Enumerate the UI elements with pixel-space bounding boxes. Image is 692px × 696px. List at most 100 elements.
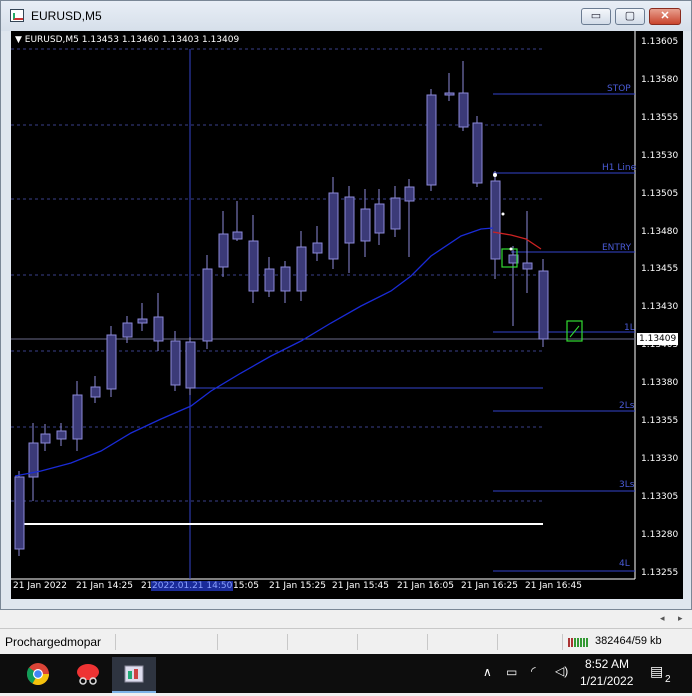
chrome-app-button[interactable] (16, 657, 60, 691)
status-divider (287, 634, 288, 650)
h1-line-label: H1 Line (602, 163, 637, 173)
candle-body (40, 433, 51, 444)
minimize-button[interactable]: ▭ (581, 8, 611, 25)
title-bar[interactable]: EURUSD,M5 ▭ ▢ ✕ (1, 1, 691, 31)
h1-anchor-dot[interactable] (493, 173, 497, 177)
candle-body (522, 262, 533, 270)
status-divider (427, 634, 428, 650)
entry-anchor-dot[interactable] (509, 247, 513, 251)
scroll-right-icon[interactable]: ▸ (678, 613, 683, 624)
price-tick-label: 1.13455 (641, 264, 679, 275)
tray-expand-icon[interactable]: ∧ (483, 665, 492, 679)
status-divider (357, 634, 358, 650)
price-tick-label: 1.13430 (641, 302, 679, 313)
level-1l-label: 1L (624, 323, 635, 333)
price-chart[interactable]: ▼ EURUSD,M5 1.13453 1.13460 1.13403 1.13… (11, 31, 683, 599)
candle-body (106, 334, 117, 390)
scissors-icon (77, 664, 99, 685)
candle-body (264, 268, 275, 292)
candle-body (312, 242, 323, 254)
price-tick-label: 1.13355 (641, 416, 679, 426)
status-divider (115, 634, 116, 650)
candle-body (328, 192, 339, 260)
maximize-button[interactable]: ▢ (615, 8, 645, 25)
candle-body (248, 240, 259, 292)
snipping-tool-app-button[interactable] (66, 657, 110, 691)
time-tick-label: 21 Jan 15:45 (332, 581, 389, 591)
symbol-info: ▼ EURUSD,M5 1.13453 1.13460 1.13403 1.13… (15, 35, 240, 45)
price-tick-label: 1.13530 (641, 150, 679, 161)
candle-body (444, 92, 455, 96)
price-tick-label: 1.13605 (641, 37, 679, 47)
candle-body (185, 341, 196, 389)
notifications-icon[interactable]: ▤ (650, 663, 663, 680)
traffic-counter: 382464/59 kb (595, 635, 662, 647)
candlesticks (14, 61, 549, 556)
candle-body (538, 270, 549, 340)
status-divider (562, 634, 563, 650)
time-tick-label: 15:05 (233, 581, 259, 591)
terminal-window: EURUSD,M5 ▭ ▢ ✕ ▼ EURUSD,M5 1.13453 1.13… (0, 0, 692, 610)
level-3l-label: 3Ls (619, 480, 635, 490)
metatrader-app-button[interactable] (112, 657, 156, 693)
wifi-icon[interactable]: ◜ (531, 664, 536, 678)
entry-label: ENTRY (602, 243, 632, 253)
price-tick-label: 1.13305 (641, 491, 679, 502)
candle-body (137, 318, 148, 324)
candle-body (90, 386, 101, 398)
taskbar: ∧ ▭ ◜ ◁) 8:52 AM 1/21/2022 ▤ 2 (0, 654, 692, 693)
candle-body (122, 322, 133, 338)
crosshair-time-label: 2022.01.21 14:50 (151, 581, 234, 591)
candle-body (280, 266, 291, 292)
price-tick-label: 1.13555 (641, 112, 679, 123)
status-divider (217, 634, 218, 650)
price-tick-label: 1.13330 (641, 453, 679, 464)
status-divider (497, 634, 498, 650)
price-tick-label: 1.13380 (641, 378, 679, 389)
candle-body (72, 394, 83, 440)
scroll-left-icon[interactable]: ◂ (660, 613, 665, 624)
candle-body (218, 233, 229, 268)
price-tick-label: 1.13280 (641, 529, 679, 540)
level-2l-label: 2Ls (619, 401, 635, 411)
anchor-dot[interactable] (501, 212, 505, 216)
trade-levels[interactable] (186, 93, 635, 572)
time-tick-label: 21 Jan 14:25 (76, 581, 133, 591)
chart-canvas[interactable] (11, 31, 683, 599)
close-button[interactable]: ✕ (649, 8, 681, 25)
candle-body (426, 94, 437, 186)
candle-body (472, 122, 483, 184)
time-tick-label: 21 Jan 2022 (13, 581, 67, 591)
candle-body (296, 246, 307, 292)
candle-body (170, 340, 181, 386)
status-user-text: Prochargedmopar (5, 635, 102, 649)
chart-window-icon (10, 9, 24, 22)
candle-body (490, 180, 501, 260)
price-tick-label: 1.13255 (641, 567, 679, 578)
notification-count: 2 (665, 674, 671, 685)
volume-icon[interactable]: ◁) (555, 664, 568, 678)
candle-body (390, 197, 401, 230)
stop-label: STOP (607, 84, 631, 94)
candle-body (56, 430, 67, 440)
status-bar: Prochargedmopar 382464/59 kb (0, 630, 692, 654)
connection-bars-icon[interactable] (568, 636, 590, 647)
clock-time[interactable]: 8:52 AM (585, 657, 629, 671)
candle-body (374, 203, 385, 234)
candle-body (153, 316, 164, 342)
candle-body (458, 92, 469, 128)
time-tick-label: 21 Jan 16:45 (525, 581, 582, 591)
horizontal-scroll-strip[interactable]: ◂ ▸ (0, 610, 692, 629)
candle-body (360, 208, 371, 242)
time-tick-label: 21 Jan 16:25 (461, 581, 518, 591)
metatrader-icon (124, 665, 144, 683)
candle-body (344, 196, 355, 244)
price-tick-label: 1.13505 (641, 188, 679, 199)
window-title: EURUSD,M5 (31, 9, 102, 23)
candle-body (404, 186, 415, 202)
candle-body (202, 268, 213, 342)
level-4l-label: 4L (619, 559, 630, 569)
price-tick-label: 1.13480 (641, 226, 679, 237)
clock-date[interactable]: 1/21/2022 (580, 674, 633, 688)
battery-icon[interactable]: ▭ (506, 665, 517, 679)
